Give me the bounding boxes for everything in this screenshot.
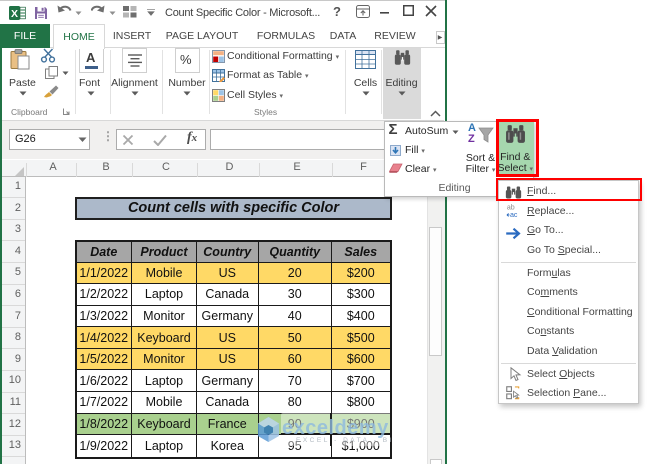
- svg-text:X: X: [11, 8, 18, 20]
- svg-text:ab: ab: [507, 204, 515, 211]
- svg-text:ac: ac: [510, 212, 518, 218]
